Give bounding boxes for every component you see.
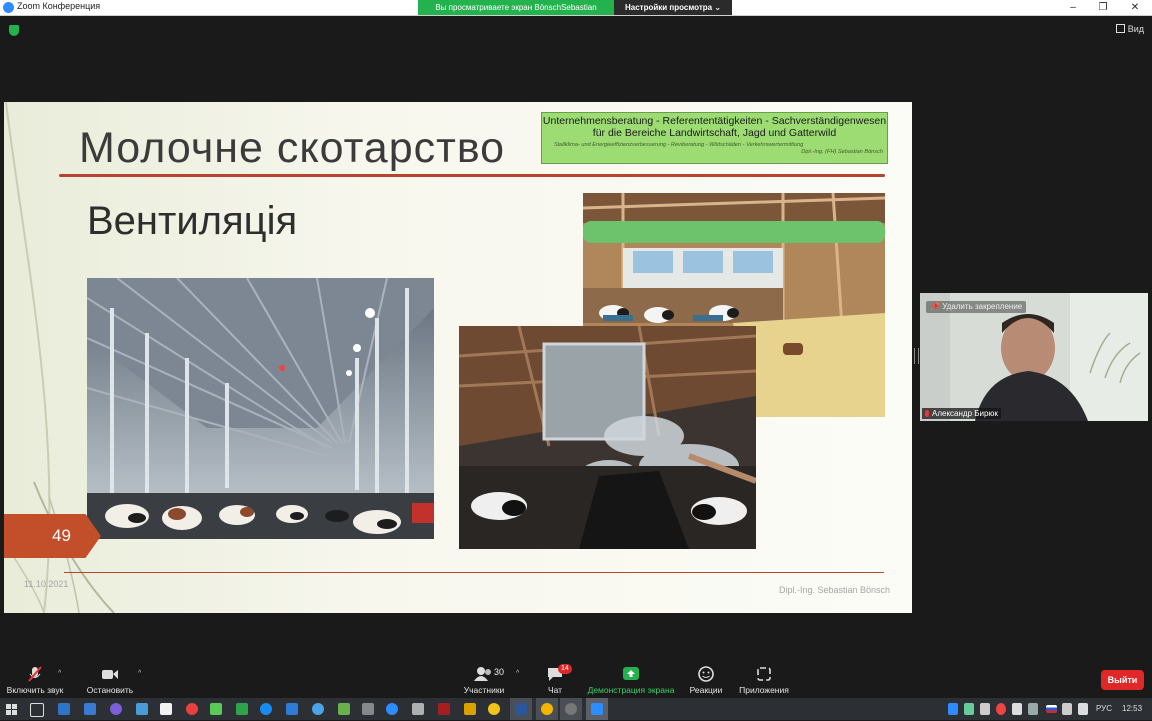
view-button[interactable]: Вид [1115,24,1144,34]
taskbar-clock[interactable]: 12:53 [1122,704,1142,713]
windows-start-icon[interactable] [6,703,18,715]
share-screen-label: Демонстрация экрана [587,685,675,695]
apps-label: Приложения [739,685,789,695]
muted-mic-icon [925,410,929,417]
slide-author: Dipl.-Ing. Sebastian Bönsch [779,585,891,595]
chrome-icon[interactable] [541,703,553,715]
browser-icon[interactable] [286,703,298,715]
stamp-line-3: Stallklima- und Energieeffizienzverbesse… [554,142,804,148]
slide-title: Молочне скотарство [79,124,506,172]
tray-opera-icon[interactable] [996,703,1006,715]
grid-icon [1115,24,1125,33]
norton-icon[interactable] [488,703,500,715]
calculator-icon[interactable] [412,703,424,715]
zoom-taskbar-icon[interactable] [386,703,398,715]
slide-date: 11.10.2021 [24,579,69,589]
edge-icon[interactable] [312,703,324,715]
slide-subtitle: Вентиляція [87,199,298,243]
reactions-button[interactable]: Реакции [686,666,726,695]
messenger-icon[interactable] [136,703,148,715]
pin-icon: 📌 [930,302,943,311]
tray-mic-icon[interactable] [1028,703,1038,715]
screen-share-banner: Вы просматриваете экран BönschSebastian [418,0,614,15]
participants-label: Участники [463,685,505,695]
chat-label: Чат [547,685,563,695]
stamp-line-4: Dipl.-Ing. (FH) Sebastian Bönsch [801,149,883,155]
tray-network-icon[interactable] [980,703,990,715]
word-icon[interactable] [515,703,527,715]
muted-mic-icon [28,666,42,682]
paint-icon[interactable] [160,703,172,715]
meeting-topbar: Вид [0,16,1152,44]
unpin-label: Удалить закрепление [942,302,1023,311]
app-icon-22[interactable] [565,703,577,715]
app-icon-12[interactable] [338,703,350,715]
window-title: Zoom Конференция [17,1,101,11]
minimize-button[interactable]: – [1058,0,1088,15]
files-icon[interactable] [464,703,476,715]
share-screen-button[interactable]: Демонстрация экрана [586,666,676,695]
unpin-button[interactable]: 📌 Удалить закрепление [926,301,1027,313]
title-underline [59,174,885,177]
tray-zoom-icon[interactable] [948,703,958,715]
zoom-logo-icon [3,2,14,13]
leave-button[interactable]: Выйти [1101,670,1144,690]
video-camera-icon [102,670,118,679]
record-icon[interactable] [186,703,198,715]
share-screen-icon [623,667,639,680]
input-language[interactable]: РУС [1096,704,1112,713]
stamp-line-2: für die Bereiche Landwirtschaft, Jagd un… [592,127,837,139]
view-options-button[interactable]: Настройки просмотра ⌄ [614,0,732,15]
steam-icon[interactable] [260,703,272,715]
sheets-icon[interactable] [236,703,248,715]
participants-count: 30 [494,667,505,677]
participants-icon [474,667,491,681]
viber-icon[interactable] [110,703,122,715]
audio-options-chevron-icon[interactable]: ^ [58,670,61,677]
barn-photo-left [87,278,434,539]
reactions-label: Реакции [689,685,723,695]
restore-button[interactable]: ❐ [1088,0,1118,15]
close-button[interactable]: ✕ [1120,0,1150,15]
participant-video[interactable]: 📌 Удалить закрепление Александр Бирюк [920,293,1148,421]
windows-taskbar: РУС 12:53 [0,698,1152,720]
explorer-icon[interactable] [58,703,70,715]
view-label: Вид [1127,24,1144,34]
participant-namebar: Александр Бирюк [922,408,1001,419]
tool-icon[interactable] [210,703,222,715]
footer-rule [64,572,884,573]
chat-unread-badge: 14 [558,664,572,674]
save-icon[interactable] [84,703,96,715]
smiley-icon [698,666,714,682]
tray-shield-icon[interactable] [964,703,974,715]
apps-icon [757,667,771,681]
tray-app-icon[interactable] [1012,703,1022,715]
shield-icon[interactable] [9,25,19,36]
slide-number-badge: 49 [4,514,101,558]
barn-fan-image [459,326,756,549]
shared-slide: Молочне скотарство Unternehmensberatung … [4,102,912,613]
barn-photo-fan [459,326,756,549]
participant-name: Александр Бирюк [932,409,998,418]
stamp-line-1: Unternehmensberatung - Referententätigke… [542,115,887,127]
meeting-controls: Включить звук ^ Остановить видео ^ Участ… [0,660,1152,705]
pdf-icon[interactable] [438,703,450,715]
panel-resize-handle[interactable] [914,348,919,364]
unmute-button[interactable]: Включить звук [6,666,64,695]
task-view-icon[interactable] [30,703,44,717]
participants-options-chevron-icon[interactable]: ^ [516,670,519,677]
barn-interior-image [87,278,434,539]
apps-button[interactable]: Приложения [736,666,792,695]
tray-device-icon[interactable] [1062,703,1072,715]
wifi-icon[interactable] [1078,703,1088,715]
settings-gear-icon[interactable] [362,703,374,715]
slide-number: 49 [52,526,71,545]
zoom-meeting-icon[interactable] [591,703,603,715]
company-stamp: Unternehmensberatung - Referententätigke… [541,112,888,164]
russian-flag-icon[interactable] [1046,705,1057,713]
unmute-label: Включить звук [6,685,64,695]
video-options-chevron-icon[interactable]: ^ [138,670,141,677]
